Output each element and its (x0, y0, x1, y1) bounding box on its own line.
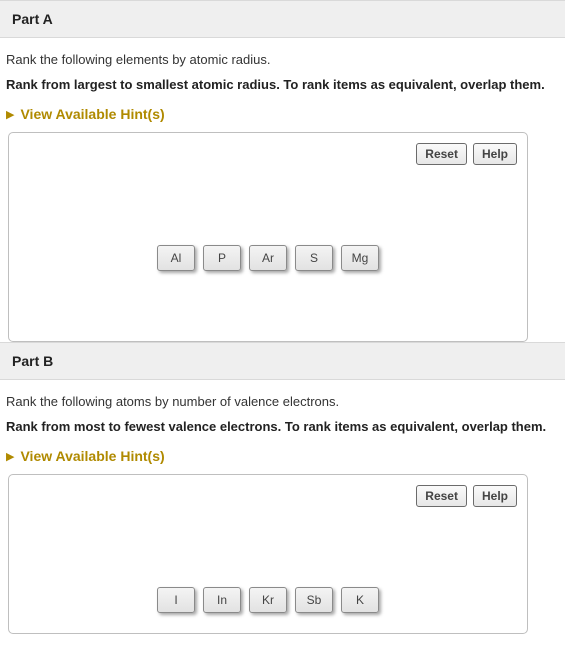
part-b-title: Part B (12, 353, 53, 369)
part-a-instruction: Rank the following elements by atomic ra… (6, 52, 559, 67)
part-a-toolbar: Reset Help (19, 143, 517, 165)
part-a-body: Rank the following elements by atomic ra… (0, 38, 565, 342)
element-tile[interactable]: In (203, 587, 241, 613)
chevron-right-icon: ▶ (6, 450, 14, 463)
part-a-instruction-bold: Rank from largest to smallest atomic rad… (6, 77, 559, 92)
part-b-workspace[interactable]: Reset Help I In Kr Sb K (8, 474, 528, 634)
element-tile[interactable]: K (341, 587, 379, 613)
element-tile[interactable]: Mg (341, 245, 379, 271)
part-b-hints-toggle[interactable]: ▶ View Available Hint(s) (6, 448, 559, 464)
part-a-hints-label: View Available Hint(s) (20, 106, 164, 122)
part-b-hints-label: View Available Hint(s) (20, 448, 164, 464)
element-tile[interactable]: Ar (249, 245, 287, 271)
chevron-right-icon: ▶ (6, 108, 14, 121)
part-a-tile-row: Al P Ar S Mg (19, 245, 517, 271)
element-tile[interactable]: Al (157, 245, 195, 271)
element-tile[interactable]: I (157, 587, 195, 613)
help-button[interactable]: Help (473, 485, 517, 507)
part-b-header: Part B (0, 342, 565, 380)
part-a-header: Part A (0, 0, 565, 38)
part-b-body: Rank the following atoms by number of va… (0, 380, 565, 634)
element-tile[interactable]: Kr (249, 587, 287, 613)
element-tile[interactable]: P (203, 245, 241, 271)
element-tile[interactable]: S (295, 245, 333, 271)
part-b-toolbar: Reset Help (19, 485, 517, 507)
reset-button[interactable]: Reset (416, 485, 467, 507)
part-b-instruction-bold: Rank from most to fewest valence electro… (6, 419, 559, 434)
part-a-hints-toggle[interactable]: ▶ View Available Hint(s) (6, 106, 559, 122)
part-a-title: Part A (12, 11, 53, 27)
part-b-tile-row: I In Kr Sb K (19, 587, 517, 613)
part-a-workspace[interactable]: Reset Help Al P Ar S Mg (8, 132, 528, 342)
part-b-instruction: Rank the following atoms by number of va… (6, 394, 559, 409)
element-tile[interactable]: Sb (295, 587, 333, 613)
reset-button[interactable]: Reset (416, 143, 467, 165)
help-button[interactable]: Help (473, 143, 517, 165)
